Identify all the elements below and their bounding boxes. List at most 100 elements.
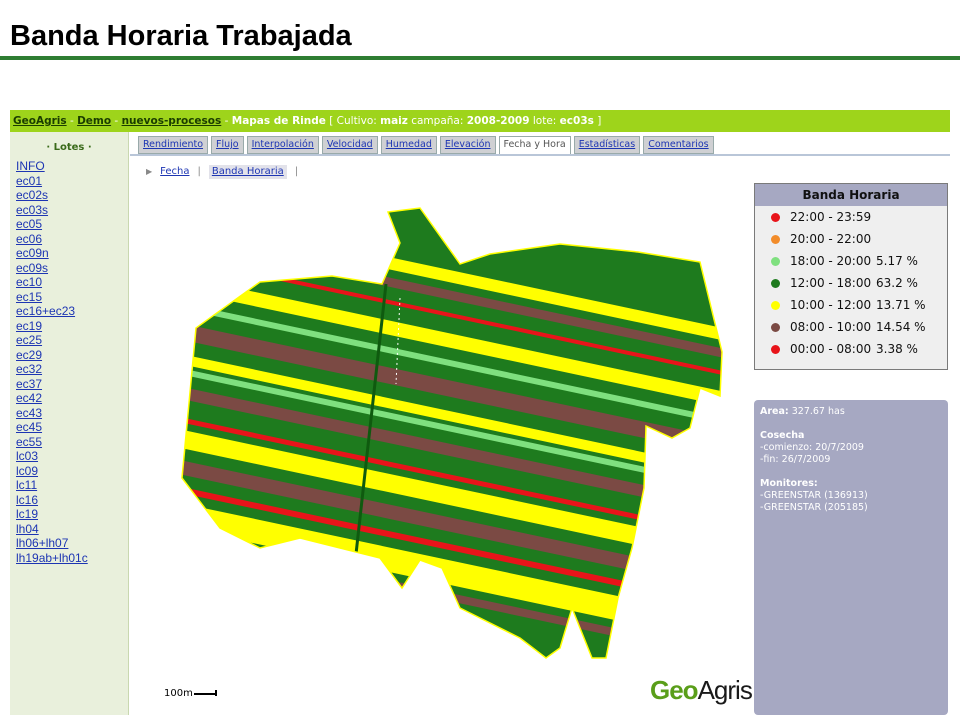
lote-list-item: ec02s <box>16 188 128 203</box>
lote-link-lh19ab-lh01c[interactable]: lh19ab+lh01c <box>16 551 88 565</box>
top-breadcrumb-bar: GeoAgris - Demo - nuevos-procesos - Mapa… <box>10 110 950 132</box>
legend-row: 10:00 - 12:00 13.71 % <box>755 294 947 316</box>
tab-estadisticas[interactable]: Estadísticas <box>573 136 641 154</box>
breadcrumb-separator: - <box>111 115 122 127</box>
scale-bar-icon <box>193 689 217 696</box>
lote-link-ec45[interactable]: ec45 <box>16 420 42 434</box>
lote-link-ec10[interactable]: ec10 <box>16 275 42 289</box>
lote-link-ec09n[interactable]: ec09n <box>16 246 49 260</box>
legend-percent: 5.17 % <box>876 254 918 268</box>
cultivo-value: maiz <box>380 115 408 127</box>
lote-list-item: ec25 <box>16 333 128 348</box>
tab-bar: Rendimiento Flujo Interpolación Velocidad Hu… <box>138 136 714 155</box>
lote-list-item: lc16 <box>16 493 128 508</box>
lote-link-ec42[interactable]: ec42 <box>16 391 42 405</box>
legend-color-dot-icon <box>771 256 780 266</box>
details-open: [ Cultivo: <box>325 115 381 127</box>
lote-list-item: ec55 <box>16 435 128 450</box>
lote-link-ec06[interactable]: ec06 <box>16 232 42 246</box>
details-close: ] <box>593 115 602 127</box>
legend-range: 00:00 - 08:00 <box>790 342 872 356</box>
lote-link-ec25[interactable]: ec25 <box>16 333 42 347</box>
breadcrumb-separator: - <box>66 115 78 127</box>
lote-list-item: lc03 <box>16 449 128 464</box>
logo-agris: Agris <box>697 675 753 705</box>
tab-velocidad[interactable]: Velocidad <box>321 136 378 154</box>
lote-link-lc03[interactable]: lc03 <box>16 449 38 463</box>
tab-comentarios[interactable]: Comentarios <box>643 136 714 154</box>
link-geoagris[interactable]: GeoAgris <box>13 115 67 127</box>
lote-link-ec02s[interactable]: ec02s <box>16 188 48 202</box>
legend-range: 10:00 - 12:00 <box>790 298 872 312</box>
title-divider <box>0 56 960 60</box>
lotes-sidebar: · Lotes · INFO ec01 ec02s ec03s ec05 ec06 ec09… <box>10 132 129 715</box>
subtab-fecha[interactable]: Fecha <box>160 165 189 179</box>
lote-link-lc19[interactable]: lc19 <box>16 507 38 521</box>
lote-list-item: ec45 <box>16 420 128 435</box>
legend-percent: 13.71 % <box>876 298 926 312</box>
lote-value: ec03s <box>559 115 594 127</box>
lote-link-lc09[interactable]: lc09 <box>16 464 38 478</box>
legend-title: Banda Horaria <box>755 184 947 206</box>
legend-color-dot-icon <box>771 300 780 310</box>
lote-link-ec09s[interactable]: ec09s <box>16 261 48 275</box>
area-value: 327.67 has <box>791 406 845 417</box>
cosecha-fin: -fin: 26/7/2009 <box>760 454 831 465</box>
legend-rows: 22:00 - 23:59 20:00 - 22:00 18:00 - 20:00 5… <box>755 206 947 360</box>
tab-flujo[interactable]: Flujo <box>211 136 244 154</box>
campana-value: 2008-2009 <box>466 115 530 127</box>
subtab-banda-horaria[interactable]: Banda Horaria <box>208 165 287 179</box>
lote-link-ec16-ec23[interactable]: ec16+ec23 <box>16 304 75 318</box>
lote-link-ec55[interactable]: ec55 <box>16 435 42 449</box>
legend-range: 12:00 - 18:00 <box>790 276 872 290</box>
lote-list-item: lc11 <box>16 478 128 493</box>
lote-link-ec29[interactable]: ec29 <box>16 348 42 362</box>
lote-link-ec03s[interactable]: ec03s <box>16 203 48 217</box>
map-scale: 100m <box>164 688 217 699</box>
lote-link-ec37[interactable]: ec37 <box>16 377 42 391</box>
field-harvest-map[interactable] <box>160 188 760 708</box>
lote-link-ec32[interactable]: ec32 <box>16 362 42 376</box>
lote-label: lote: <box>529 115 560 127</box>
lote-list-item: ec29 <box>16 348 128 363</box>
lote-link-ec15[interactable]: ec15 <box>16 290 42 304</box>
subtab-separator: | <box>197 166 201 177</box>
tab-interpolacion[interactable]: Interpolación <box>246 136 319 154</box>
lote-link-ec01[interactable]: ec01 <box>16 174 42 188</box>
tab-underline <box>130 154 950 156</box>
tab-humedad[interactable]: Humedad <box>380 136 437 154</box>
tab-elevacion[interactable]: Elevación <box>439 136 496 154</box>
lote-list-item: lh04 <box>16 522 128 537</box>
tab-rendimiento[interactable]: Rendimiento <box>138 136 209 154</box>
legend-row: 22:00 - 23:59 <box>755 206 947 228</box>
monitor-item: -GREENSTAR (136913) <box>760 490 868 501</box>
slide-title: Banda Horaria Trabajada <box>10 20 352 52</box>
lote-list-item: ec01 <box>16 174 128 189</box>
lote-list-item: ec42 <box>16 391 128 406</box>
legend-percent: 3.38 % <box>876 342 918 356</box>
lote-link-lh06-lh07[interactable]: lh06+lh07 <box>16 536 68 550</box>
lote-link-lh04[interactable]: lh04 <box>16 522 39 536</box>
campana-label: campaña: <box>407 115 467 127</box>
legend-row: 18:00 - 20:00 5.17 % <box>755 250 947 272</box>
cosecha-label: Cosecha <box>760 430 805 441</box>
lote-link-info[interactable]: INFO <box>16 159 45 173</box>
legend-color-dot-icon <box>771 234 780 244</box>
lote-link-lc16[interactable]: lc16 <box>16 493 38 507</box>
lote-list-item: ec09s <box>16 261 128 276</box>
link-nuevos-procesos[interactable]: nuevos-procesos <box>122 115 222 127</box>
legend-row: 08:00 - 10:00 14.54 % <box>755 316 947 338</box>
legend-color-dot-icon <box>771 322 780 332</box>
lote-list-item: ec05 <box>16 217 128 232</box>
lote-list-item: ec19 <box>16 319 128 334</box>
breadcrumb-separator: - <box>221 115 232 127</box>
lote-link-ec19[interactable]: ec19 <box>16 319 42 333</box>
lote-link-ec05[interactable]: ec05 <box>16 217 42 231</box>
lote-link-lc11[interactable]: lc11 <box>16 478 37 492</box>
lote-link-ec43[interactable]: ec43 <box>16 406 42 420</box>
link-demo[interactable]: Demo <box>77 115 111 127</box>
tab-fecha-y-hora[interactable]: Fecha y Hora <box>498 136 571 155</box>
lote-list-item: lc09 <box>16 464 128 479</box>
scale-label: 100m <box>164 688 193 699</box>
cosecha-comienzo: -comienzo: 20/7/2009 <box>760 442 864 453</box>
